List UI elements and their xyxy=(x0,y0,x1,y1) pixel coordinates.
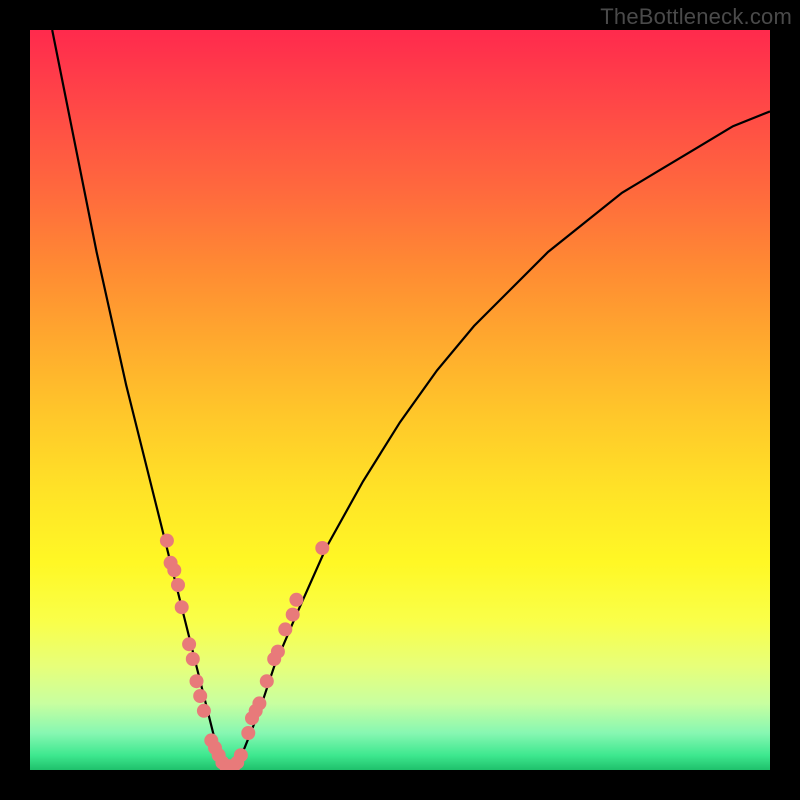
plot-area xyxy=(30,30,770,770)
data-marker xyxy=(190,674,204,688)
data-marker xyxy=(260,674,274,688)
chart-frame: TheBottleneck.com xyxy=(0,0,800,800)
data-marker xyxy=(289,593,303,607)
data-marker xyxy=(193,689,207,703)
data-marker xyxy=(182,637,196,651)
data-marker xyxy=(186,652,200,666)
watermark-text: TheBottleneck.com xyxy=(600,4,792,30)
data-marker xyxy=(286,608,300,622)
data-marker xyxy=(252,696,266,710)
data-marker xyxy=(175,600,189,614)
chart-svg xyxy=(30,30,770,770)
bottleneck-curve xyxy=(52,30,770,770)
data-marker xyxy=(160,534,174,548)
data-marker xyxy=(234,748,248,762)
data-marker xyxy=(171,578,185,592)
data-marker xyxy=(167,563,181,577)
data-marker xyxy=(315,541,329,555)
data-marker xyxy=(271,645,285,659)
marker-group xyxy=(160,534,329,770)
data-marker xyxy=(278,622,292,636)
data-marker xyxy=(241,726,255,740)
data-marker xyxy=(197,704,211,718)
